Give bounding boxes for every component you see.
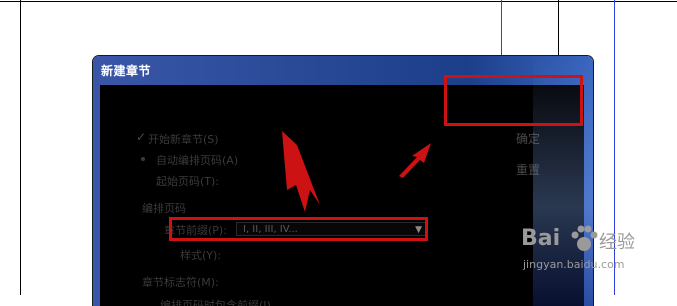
- watermark-brand-suffix: 经验: [599, 232, 635, 253]
- baidu-watermark: Bai 经验 jingyan.baidu.com: [517, 218, 677, 278]
- arrow-down-icon: [282, 131, 320, 212]
- watermark-url: jingyan.baidu.com: [523, 258, 625, 271]
- watermark-brand: Bai: [521, 226, 561, 251]
- include-prefix-option[interactable]: 编排页码时包含前缀(I): [160, 297, 271, 306]
- paw-icon: [571, 225, 598, 251]
- arrow-up-right-icon: [399, 143, 431, 178]
